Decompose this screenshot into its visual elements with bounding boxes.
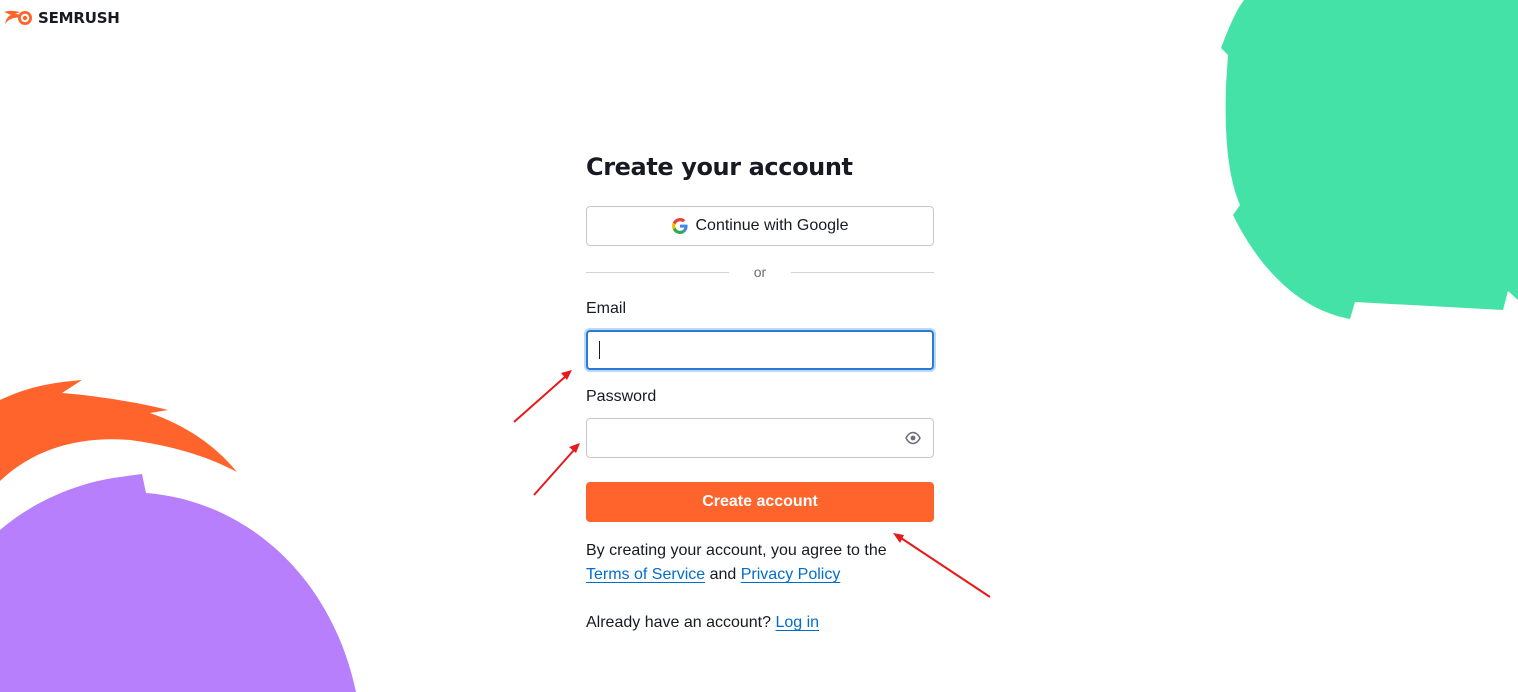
orange-swoosh <box>0 380 237 481</box>
google-icon <box>671 218 688 234</box>
eye-icon[interactable] <box>905 431 921 445</box>
password-label: Password <box>586 388 657 405</box>
green-blob <box>1221 0 1518 319</box>
text-cursor <box>599 341 600 359</box>
semrush-fireball-icon <box>4 10 32 25</box>
arrow-to-email <box>513 370 572 423</box>
google-button-label: Continue with Google <box>695 217 849 234</box>
login-prompt: Already have an account? Log in <box>586 611 819 635</box>
create-account-button[interactable]: Create account <box>586 482 934 522</box>
terms-notice: By creating your account, you agree to t… <box>586 539 946 587</box>
semrush-logo[interactable]: SEMRUSH <box>4 8 120 28</box>
password-field[interactable] <box>586 418 934 458</box>
page-title: Create your account <box>586 153 853 181</box>
email-label: Email <box>586 300 627 317</box>
email-field[interactable] <box>586 330 934 370</box>
purple-blob <box>0 474 356 692</box>
divider-line-left <box>586 271 729 273</box>
terms-conjunction: and <box>709 566 737 583</box>
terms-prefix: By creating your account, you agree to t… <box>586 542 887 559</box>
signup-form: Create your account Continue with Google… <box>586 150 934 631</box>
or-divider: or <box>586 264 934 280</box>
brand-name: SEMRUSH <box>38 9 120 27</box>
login-prompt-text: Already have an account? <box>586 614 772 631</box>
divider-line-right <box>791 271 934 273</box>
privacy-policy-link[interactable]: Privacy Policy <box>741 566 841 583</box>
arrow-to-password <box>533 443 580 496</box>
divider-text: or <box>753 264 767 280</box>
log-in-link[interactable]: Log in <box>775 614 819 631</box>
continue-with-google-button[interactable]: Continue with Google <box>586 206 934 246</box>
terms-of-service-link[interactable]: Terms of Service <box>586 566 705 583</box>
